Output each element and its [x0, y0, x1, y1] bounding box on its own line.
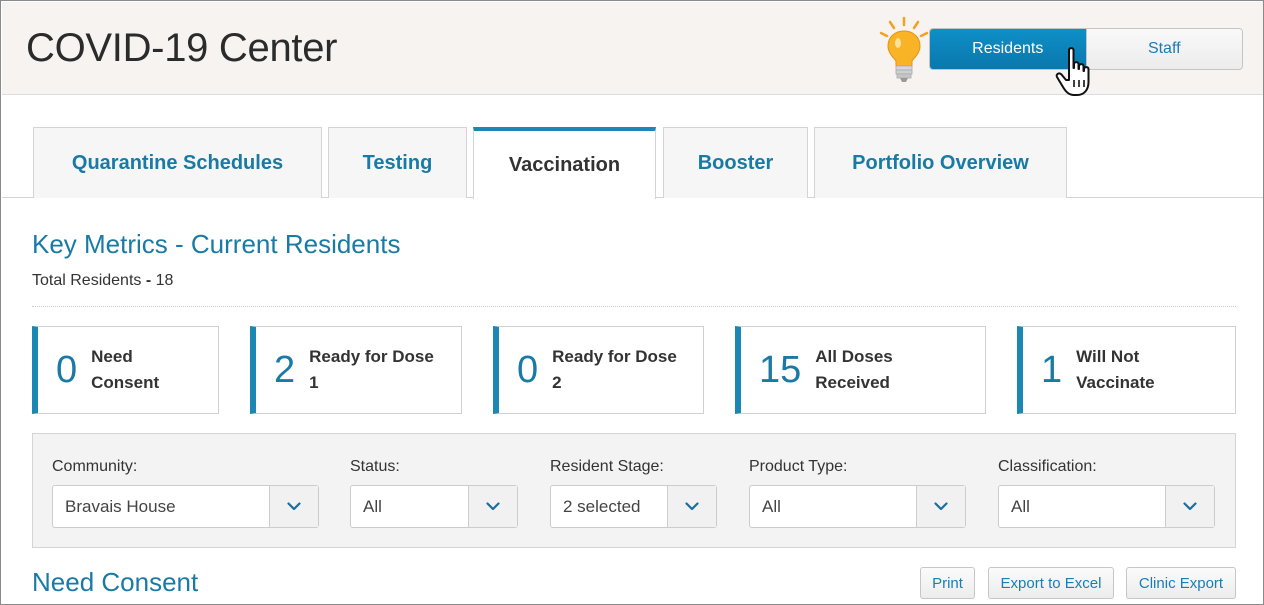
chevron-down-icon[interactable]	[916, 486, 965, 527]
divider	[32, 306, 1236, 307]
filter-label: Product Type:	[749, 458, 848, 475]
tab-testing[interactable]: Testing	[328, 127, 467, 198]
filter-label: Community:	[52, 458, 138, 475]
metric-value: 2	[274, 348, 296, 391]
app-title: COVID-19 Center	[26, 26, 338, 70]
chevron-down-icon[interactable]	[269, 486, 318, 527]
metric-card-all-doses-received[interactable]: 15 All Doses Received	[735, 326, 986, 414]
export-to-excel-button[interactable]: Export to Excel	[988, 567, 1114, 599]
clinic-export-button[interactable]: Clinic Export	[1126, 567, 1236, 599]
metric-label-line: Ready for Dose	[309, 347, 434, 366]
total-residents: Total Residents - 18	[32, 272, 173, 290]
metric-label: Ready for Dose 1	[309, 344, 434, 396]
metric-label-line: Ready for Dose	[552, 347, 677, 366]
metric-label-line: All Doses	[815, 347, 893, 366]
hand-pointer-cursor-icon	[1055, 47, 1090, 96]
app-frame: COVID-19 Center Residents Staff Quaranti…	[0, 0, 1264, 605]
select-value: Bravais House	[65, 496, 176, 516]
total-residents-value: 18	[155, 272, 174, 289]
metric-label-line: Consent	[91, 373, 160, 392]
staff-toggle-button[interactable]: Staff	[1085, 29, 1242, 69]
chevron-down-icon[interactable]	[468, 486, 517, 527]
filter-label: Resident Stage:	[550, 458, 664, 475]
select-value: 2 selected	[563, 496, 641, 516]
metric-label-line: Need	[91, 347, 133, 366]
metric-label-line: Will Not	[1076, 347, 1140, 366]
filter-label: Status:	[350, 458, 400, 475]
classification-select[interactable]: All	[998, 485, 1215, 528]
community-select[interactable]: Bravais House	[52, 485, 319, 528]
lightbulb-icon[interactable]	[876, 16, 932, 86]
select-value: All	[363, 496, 382, 516]
tab-quarantine-schedules[interactable]: Quarantine Schedules	[33, 127, 322, 198]
metric-value: 1	[1041, 348, 1063, 391]
filter-panel: Community: Bravais House Status: All Res…	[32, 433, 1236, 548]
tab-bar: Quarantine Schedules Testing Vaccination…	[2, 127, 1263, 199]
chevron-down-icon[interactable]	[1165, 486, 1214, 527]
total-residents-label: Total Residents	[32, 272, 142, 289]
metric-label: All Doses Received	[815, 344, 892, 396]
metric-card-will-not-vaccinate[interactable]: 1 Will Not Vaccinate	[1017, 326, 1236, 414]
metric-label: Need Consent	[91, 344, 159, 396]
metric-card-ready-dose-2[interactable]: 0 Ready for Dose 2	[493, 326, 704, 414]
key-metrics-title: Key Metrics - Current Residents	[32, 229, 401, 259]
tab-vaccination[interactable]: Vaccination	[473, 127, 656, 199]
product-type-select[interactable]: All	[749, 485, 966, 528]
metric-label-line: 2	[552, 373, 562, 392]
metric-label-line: 1	[309, 373, 319, 392]
metric-value: 0	[56, 348, 78, 391]
metric-card-need-consent[interactable]: 0 Need Consent	[32, 326, 219, 414]
print-button[interactable]: Print	[920, 567, 975, 599]
tab-portfolio-overview[interactable]: Portfolio Overview	[814, 127, 1067, 198]
filter-label: Classification:	[998, 458, 1097, 475]
chevron-down-icon[interactable]	[667, 486, 716, 527]
resident-stage-select[interactable]: 2 selected	[550, 485, 717, 528]
metric-label: Ready for Dose 2	[552, 344, 677, 396]
need-consent-title: Need Consent	[32, 567, 199, 597]
select-value: All	[1011, 496, 1030, 516]
total-residents-separator: -	[145, 272, 152, 289]
metric-card-ready-dose-1[interactable]: 2 Ready for Dose 1	[250, 326, 462, 414]
metric-label: Will Not Vaccinate	[1076, 344, 1154, 396]
page-header: COVID-19 Center Residents Staff	[2, 2, 1263, 96]
select-value: All	[762, 496, 781, 516]
metric-value: 15	[759, 348, 802, 391]
metric-label-line: Received	[815, 373, 890, 392]
tab-booster[interactable]: Booster	[663, 127, 808, 198]
status-select[interactable]: All	[350, 485, 518, 528]
metric-value: 0	[517, 348, 539, 391]
metric-label-line: Vaccinate	[1076, 373, 1155, 392]
